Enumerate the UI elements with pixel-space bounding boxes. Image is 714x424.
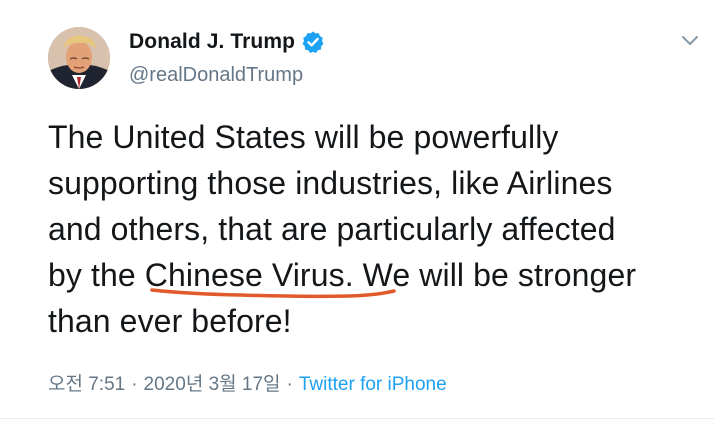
tweet-text-line: supporting those industries, like Airlin… <box>48 165 613 201</box>
tweet-date[interactable]: 2020년 3월 17일 <box>144 374 281 395</box>
divider <box>0 418 714 419</box>
annotation-underline <box>150 285 396 305</box>
avatar-portrait <box>48 27 110 89</box>
meta-separator: · <box>131 374 138 395</box>
tweet-card: Donald J. Trump @realDonaldTrump The Uni… <box>0 0 714 424</box>
author-handle[interactable]: @realDonaldTrump <box>129 64 303 87</box>
tweet-text-line: and others, that are particularly affect… <box>48 211 616 247</box>
tweet-text: The United States will be powerfully sup… <box>48 114 708 344</box>
tweet-meta: 오전 7:51 · 2020년 3월 17일 · Twitter for iPhone <box>48 369 447 396</box>
tweet-text-segment: by the <box>48 257 145 293</box>
avatar[interactable] <box>48 27 110 89</box>
tweet-time[interactable]: 오전 7:51 <box>48 374 125 395</box>
author-name-row: Donald J. Trump <box>129 30 325 54</box>
tweet-text-line: The United States will be powerfully <box>48 119 559 155</box>
meta-separator: · <box>286 374 293 395</box>
author-display-name[interactable]: Donald J. Trump <box>129 30 295 54</box>
verified-badge-icon <box>301 30 325 54</box>
tweet-source-link[interactable]: Twitter for iPhone <box>299 374 447 395</box>
chevron-down-icon[interactable] <box>680 34 700 48</box>
